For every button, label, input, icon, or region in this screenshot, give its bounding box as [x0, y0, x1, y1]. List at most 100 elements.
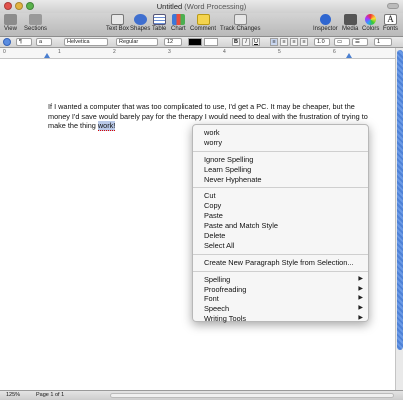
submenu-arrow-icon: ▶ [358, 315, 363, 322]
misspelled-word[interactable]: work! [97, 121, 116, 132]
view-button[interactable]: View [4, 14, 17, 32]
font-style-popup[interactable]: Regular [116, 38, 158, 46]
window-subtitle: (Word Processing) [184, 2, 247, 11]
font-family-popup[interactable]: Helvetica [64, 38, 108, 46]
speech-submenu[interactable]: Speech ▶ [193, 304, 368, 314]
sections-button[interactable]: Sections [24, 14, 47, 32]
view-icon [4, 14, 17, 25]
styles-drawer-icon[interactable] [3, 38, 11, 46]
paragraph-style-popup[interactable]: ¶ [16, 38, 32, 46]
comment-button[interactable]: Comment [190, 14, 216, 32]
list-bullets-popup[interactable]: ☰ [352, 38, 368, 46]
submenu-arrow-icon: ▶ [358, 295, 363, 302]
sections-icon [29, 14, 42, 25]
text-box-label: Text Box [106, 26, 130, 32]
paste-item[interactable]: Paste [193, 211, 368, 221]
suggestion-item-worry[interactable]: worry [193, 138, 368, 148]
shapes-label: Shapes [130, 26, 151, 32]
ruler-number: 0 [3, 49, 6, 55]
fonts-button[interactable]: A Fonts [383, 14, 398, 32]
vertical-scrollbar[interactable] [395, 48, 403, 390]
font-size-popup[interactable]: 12 [164, 38, 182, 46]
minimize-window-button[interactable] [15, 2, 23, 10]
media-label: Media [342, 26, 359, 32]
text-box-style-popup[interactable]: ▭ [334, 38, 350, 46]
ruler-number: 4 [223, 49, 226, 55]
table-button[interactable]: Table [152, 14, 166, 32]
italic-button[interactable]: I [242, 38, 250, 46]
window-title: Untitled [156, 2, 183, 11]
cut-item[interactable]: Cut [193, 191, 368, 201]
zoom-popup[interactable]: 125% [6, 391, 20, 400]
ruler-number: 6 [333, 49, 336, 55]
left-indent-marker[interactable] [44, 53, 50, 58]
media-button[interactable]: Media [342, 14, 358, 32]
paste-match-style-item[interactable]: Paste and Match Style [193, 221, 368, 231]
ruler-number: 2 [113, 49, 116, 55]
context-menu: work worry Ignore Spelling Learn Spellin… [192, 124, 369, 324]
submenu-arrow-icon: ▶ [358, 285, 363, 292]
zoom-window-button[interactable] [26, 2, 34, 10]
ruler-number: 1 [58, 49, 61, 55]
list-style-popup[interactable]: a [36, 38, 52, 46]
copy-item[interactable]: Copy [193, 201, 368, 211]
window-controls [4, 2, 34, 10]
spelling-submenu[interactable]: Spelling ▶ [193, 275, 368, 285]
table-icon [152, 14, 166, 25]
scrollbar-thumb[interactable] [397, 50, 403, 350]
horizontal-scrollbar[interactable] [110, 393, 394, 398]
close-window-button[interactable] [4, 2, 12, 10]
fonts-label: Fonts [383, 26, 399, 32]
chart-label: Chart [171, 26, 186, 32]
line-spacing-popup[interactable]: 1.0 [314, 38, 330, 46]
menu-separator [193, 187, 368, 189]
font-submenu[interactable]: Font ▶ [193, 294, 368, 304]
submenu-arrow-icon: ▶ [358, 275, 363, 282]
text-box-button[interactable]: Text Box [106, 14, 129, 32]
comment-icon [196, 14, 210, 25]
inspector-button[interactable]: Inspector [313, 14, 338, 32]
font-submenu-label: Font [204, 294, 219, 304]
learn-spelling-item[interactable]: Learn Spelling [193, 165, 368, 175]
sections-label: Sections [24, 26, 48, 32]
right-indent-marker[interactable] [346, 53, 352, 58]
ignore-spelling-item[interactable]: Ignore Spelling [193, 155, 368, 165]
text-color-well[interactable] [188, 38, 202, 46]
ruler-number: 3 [168, 49, 171, 55]
align-center-button[interactable]: ≡ [280, 38, 288, 46]
horizontal-ruler[interactable]: 0 1 2 3 4 5 6 [0, 48, 395, 59]
highlight-color-well[interactable] [204, 38, 218, 46]
select-all-item[interactable]: Select All [193, 241, 368, 251]
shapes-button[interactable]: Shapes [130, 14, 150, 32]
menu-separator [193, 150, 368, 152]
menu-separator [193, 270, 368, 272]
align-right-button[interactable]: ≡ [290, 38, 298, 46]
menu-separator [193, 253, 368, 255]
toolbar-toggle-button[interactable] [387, 3, 399, 9]
spelling-submenu-label: Spelling [204, 274, 231, 284]
proofreading-submenu[interactable]: Proofreading ▶ [193, 285, 368, 295]
table-label: Table [152, 26, 167, 32]
underline-button[interactable]: U [252, 38, 260, 46]
proofreading-submenu-label: Proofreading [204, 284, 247, 294]
align-left-button[interactable]: ≡ [270, 38, 278, 46]
bold-button[interactable]: B [232, 38, 240, 46]
chart-button[interactable]: Chart [171, 14, 186, 32]
justify-button[interactable]: ≡ [300, 38, 308, 46]
comment-label: Comment [190, 26, 217, 32]
columns-popup[interactable]: 1 [374, 38, 392, 46]
suggestion-item-work[interactable]: work [193, 128, 368, 138]
view-label: View [4, 26, 17, 32]
submenu-arrow-icon: ▶ [358, 305, 363, 312]
inspector-label: Inspector [313, 26, 338, 32]
inspector-icon [319, 14, 331, 25]
delete-item[interactable]: Delete [193, 231, 368, 241]
page-indicator: Page 1 of 1 [36, 392, 65, 398]
never-hyphenate-item[interactable]: Never Hyphenate [193, 175, 368, 185]
colors-button[interactable]: Colors [362, 14, 379, 32]
toolbar: View Sections Text Box Shapes Table Char… [0, 13, 403, 37]
track-changes-button[interactable]: Track Changes [220, 14, 260, 32]
create-paragraph-style-item[interactable]: Create New Paragraph Style from Selectio… [193, 258, 368, 268]
writing-tools-submenu[interactable]: Writing Tools ▶ [193, 314, 368, 324]
title-bar: Untitled (Word Processing) [0, 0, 403, 13]
